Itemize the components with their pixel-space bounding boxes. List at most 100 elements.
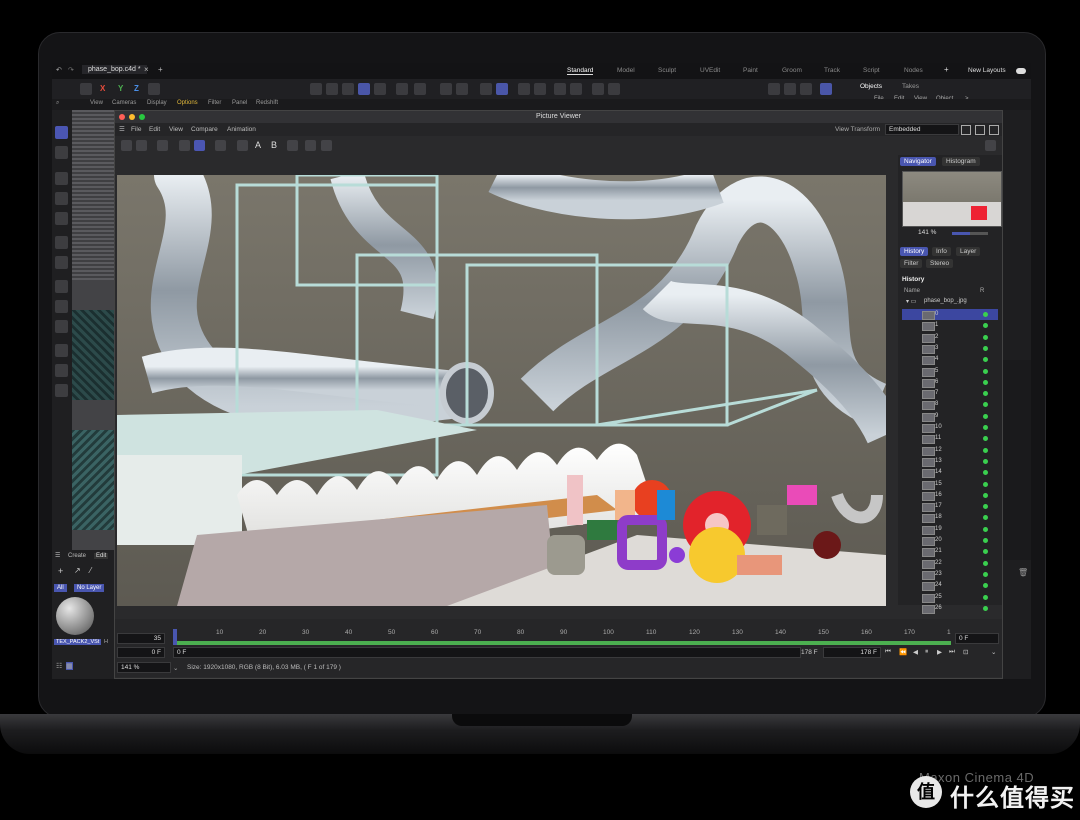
history-row[interactable]: 13: [902, 456, 998, 467]
rotate-tool-icon[interactable]: [55, 192, 68, 205]
move-tool-icon[interactable]: [55, 172, 68, 185]
history-row[interactable]: 23: [902, 569, 998, 580]
view-transform-select[interactable]: Embedded: [885, 124, 959, 135]
menu-icon[interactable]: ☰: [55, 552, 60, 559]
history-row[interactable]: 17: [902, 501, 998, 513]
history-row[interactable]: 22: [902, 558, 998, 569]
new-tab-button[interactable]: +: [158, 65, 163, 74]
compare-b-button[interactable]: B: [271, 140, 277, 150]
redshift-icon[interactable]: [608, 83, 620, 95]
play-reverse-icon[interactable]: ◀: [913, 648, 918, 656]
lock-axis-icon[interactable]: [456, 83, 468, 95]
undo-icon[interactable]: ↶: [56, 66, 62, 74]
range-end-field[interactable]: 178 F: [823, 647, 881, 658]
history-folder-icon[interactable]: ▾ ▭: [906, 298, 916, 305]
history-row[interactable]: 24: [902, 580, 998, 592]
filter-no-layer-button[interactable]: No Layer: [74, 584, 105, 592]
minimize-window-icon[interactable]: [129, 114, 135, 120]
history-row[interactable]: 15: [902, 479, 998, 490]
history-root[interactable]: phase_bop_.jpg: [924, 298, 967, 304]
render-region-icon[interactable]: [518, 83, 530, 95]
tab-objects[interactable]: Objects: [860, 83, 882, 90]
knife-icon[interactable]: [55, 364, 68, 377]
layout-model[interactable]: Model: [617, 67, 635, 74]
filter-all-button[interactable]: All: [54, 584, 67, 592]
history-row[interactable]: 16: [902, 490, 998, 501]
detach-icon[interactable]: [975, 125, 985, 135]
cube-icon[interactable]: [310, 83, 322, 95]
history-row[interactable]: 10: [902, 422, 998, 433]
history-row[interactable]: 2: [902, 332, 998, 343]
history-row[interactable]: 1: [902, 320, 998, 332]
redshift-settings-icon[interactable]: [985, 140, 996, 151]
snap-icon[interactable]: [414, 83, 426, 95]
axis-y-icon[interactable]: Y: [118, 84, 123, 93]
zoom-dropdown-icon[interactable]: ⌄: [173, 664, 178, 672]
layout-toggle[interactable]: [1016, 68, 1026, 74]
tab-layer[interactable]: Layer: [956, 247, 981, 256]
trash-icon[interactable]: 🗑: [1018, 568, 1028, 577]
layout-uvedit[interactable]: UVEdit: [700, 67, 720, 74]
tab-takes[interactable]: Takes: [902, 83, 919, 90]
history-row[interactable]: 7: [902, 388, 998, 400]
current-frame-field[interactable]: 35: [117, 633, 165, 644]
history-row[interactable]: 25: [902, 592, 998, 603]
render-view-icon[interactable]: [768, 83, 780, 95]
redo-icon[interactable]: ↷: [68, 66, 74, 74]
list-view-icon[interactable]: ☷: [56, 662, 62, 670]
history-row[interactable]: 14: [902, 467, 998, 479]
history-row[interactable]: 9: [902, 411, 998, 422]
viewport-menu-cameras[interactable]: Cameras: [112, 100, 136, 106]
history-row[interactable]: 3: [902, 343, 998, 354]
pv-menu-icon[interactable]: ☰: [119, 125, 125, 133]
cube-object-icon[interactable]: [592, 83, 604, 95]
maximize-window-icon[interactable]: [139, 114, 145, 120]
mesh-icon[interactable]: [342, 83, 354, 95]
axis-z-icon[interactable]: Z: [134, 84, 139, 93]
tab-navigator[interactable]: Navigator: [900, 157, 936, 166]
close-window-icon[interactable]: [119, 114, 125, 120]
grid-tool-icon[interactable]: [55, 256, 68, 269]
copy-icon[interactable]: [305, 140, 316, 151]
model-icon[interactable]: [326, 83, 338, 95]
pv-menu-compare[interactable]: Compare: [191, 126, 218, 133]
expand-window-icon[interactable]: [989, 125, 999, 135]
viewport-menu-options[interactable]: Options: [177, 100, 198, 106]
layout-standard[interactable]: Standard: [567, 67, 594, 75]
material-tab-create[interactable]: Create: [68, 553, 86, 559]
contrast-icon[interactable]: [215, 140, 226, 151]
loop-icon[interactable]: ⊡: [963, 648, 968, 656]
history-row[interactable]: 12: [902, 445, 998, 456]
new-layouts-button[interactable]: New Layouts: [968, 67, 1006, 74]
axis-mode-icon[interactable]: [396, 83, 408, 95]
render-picture-icon[interactable]: [784, 83, 796, 95]
scale-tool-icon[interactable]: [55, 212, 68, 225]
start-frame-field[interactable]: 0 F: [117, 647, 165, 658]
history-row[interactable]: 6: [902, 377, 998, 388]
render-settings-icon[interactable]: [534, 83, 546, 95]
layout-script[interactable]: Script: [863, 67, 880, 74]
material-name[interactable]: TEX_PACK2_VSt: [54, 639, 102, 645]
pivot-icon[interactable]: [570, 83, 582, 95]
render-queue-icon[interactable]: [800, 83, 812, 95]
search-icon[interactable]: ⌕: [56, 100, 59, 107]
spline-tool-icon[interactable]: [55, 300, 68, 313]
layout-sculpt[interactable]: Sculpt: [658, 67, 676, 74]
symmetry-icon[interactable]: [554, 83, 566, 95]
viewport-menu-redshift[interactable]: Redshift: [256, 100, 278, 106]
paste-icon[interactable]: [321, 140, 332, 151]
coordinate-icon[interactable]: [148, 83, 160, 95]
compare-a-button[interactable]: A: [255, 140, 261, 150]
open-file-icon[interactable]: [121, 140, 132, 151]
expand-icon[interactable]: ↗: [74, 566, 81, 575]
axis-x-icon[interactable]: X: [100, 84, 105, 93]
workplane-icon[interactable]: [496, 83, 508, 95]
clapper-icon[interactable]: [80, 83, 92, 95]
swap-icon[interactable]: [287, 140, 298, 151]
material-preview[interactable]: [56, 597, 94, 635]
viewport-menu-filter[interactable]: Filter: [208, 100, 221, 106]
magnet-icon[interactable]: [440, 83, 452, 95]
stop-render-icon[interactable]: [157, 140, 168, 151]
save-file-icon[interactable]: [136, 140, 147, 151]
layout-paint[interactable]: Paint: [743, 67, 758, 74]
